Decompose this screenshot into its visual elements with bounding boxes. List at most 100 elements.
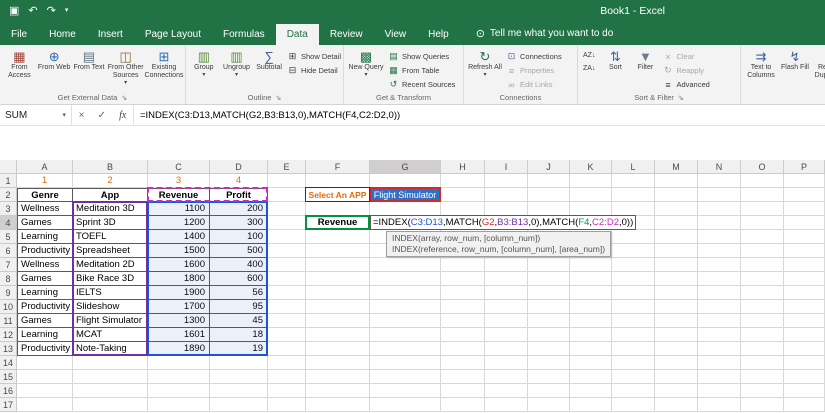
cell-E4[interactable]	[268, 216, 306, 230]
column-header-B[interactable]: B	[73, 160, 148, 174]
name-box[interactable]: SUM ▾	[0, 105, 72, 125]
cell-E3[interactable]	[268, 202, 306, 216]
cell-M3[interactable]	[655, 202, 698, 216]
cell-E12[interactable]	[268, 328, 306, 342]
cell-M5[interactable]	[655, 230, 698, 244]
cell-O15[interactable]	[741, 370, 784, 384]
cell-B14[interactable]	[73, 356, 148, 370]
cell-E7[interactable]	[268, 258, 306, 272]
row-header-8[interactable]: 8	[0, 272, 17, 286]
cell-G8[interactable]	[370, 272, 441, 286]
column-header-N[interactable]: N	[698, 160, 741, 174]
group-button[interactable]: ▥ Group ▾	[188, 46, 220, 79]
connections-button[interactable]: ⊡ Connections	[506, 50, 562, 63]
cell-C3[interactable]: 1100	[148, 202, 210, 216]
from-table-button[interactable]: ▦ From Table	[388, 64, 455, 77]
cell-J13[interactable]	[528, 342, 570, 356]
cell-O16[interactable]	[741, 384, 784, 398]
cell-D5[interactable]: 100	[210, 230, 268, 244]
cell-B1[interactable]: 2	[73, 174, 148, 188]
column-header-I[interactable]: I	[485, 160, 528, 174]
row-header-13[interactable]: 13	[0, 342, 17, 356]
cell-E11[interactable]	[268, 314, 306, 328]
cell-P9[interactable]	[784, 286, 825, 300]
row-header-10[interactable]: 10	[0, 300, 17, 314]
cell-L15[interactable]	[612, 370, 655, 384]
dialog-launcher-icon[interactable]: ⇘	[275, 94, 281, 102]
cell-A6[interactable]: Productivity	[17, 244, 73, 258]
cell-G12[interactable]	[370, 328, 441, 342]
cell-G15[interactable]	[370, 370, 441, 384]
tab-formulas[interactable]: Formulas	[212, 24, 276, 45]
row-header-1[interactable]: 1	[0, 174, 17, 188]
tab-file[interactable]: File	[0, 24, 38, 45]
cell-A1[interactable]: 1	[17, 174, 73, 188]
cell-M7[interactable]	[655, 258, 698, 272]
cell-F3[interactable]	[306, 202, 370, 216]
cell-B11[interactable]: Flight Simulator	[73, 314, 148, 328]
row-header-15[interactable]: 15	[0, 370, 17, 384]
cell-M6[interactable]	[655, 244, 698, 258]
column-header-D[interactable]: D	[210, 160, 268, 174]
cell-I10[interactable]	[485, 300, 528, 314]
cell-J3[interactable]	[528, 202, 570, 216]
row-header-14[interactable]: 14	[0, 356, 17, 370]
cell-A12[interactable]: Learning	[17, 328, 73, 342]
cell-L13[interactable]	[612, 342, 655, 356]
cell-B9[interactable]: IELTS	[73, 286, 148, 300]
cell-A11[interactable]: Games	[17, 314, 73, 328]
cell-E1[interactable]	[268, 174, 306, 188]
cell-P12[interactable]	[784, 328, 825, 342]
cell-K1[interactable]	[570, 174, 612, 188]
cell-I2[interactable]	[485, 188, 528, 202]
cell-B17[interactable]	[73, 398, 148, 412]
cell-F2[interactable]: Select An APP	[306, 188, 370, 202]
cell-K7[interactable]	[570, 258, 612, 272]
cell-C7[interactable]: 1600	[148, 258, 210, 272]
cell-G17[interactable]	[370, 398, 441, 412]
cell-L1[interactable]	[612, 174, 655, 188]
cell-H8[interactable]	[441, 272, 485, 286]
cell-L9[interactable]	[612, 286, 655, 300]
cell-D9[interactable]: 56	[210, 286, 268, 300]
column-header-L[interactable]: L	[612, 160, 655, 174]
reapply-button[interactable]: ↻ Reapply	[662, 64, 709, 77]
flash-fill-button[interactable]: ↯ Flash Fill	[779, 46, 811, 72]
clear-filter-button[interactable]: × Clear	[662, 50, 709, 63]
cell-D1[interactable]: 4	[210, 174, 268, 188]
cell-B5[interactable]: TOEFL	[73, 230, 148, 244]
cell-F7[interactable]	[306, 258, 370, 272]
cell-A16[interactable]	[17, 384, 73, 398]
cell-G9[interactable]	[370, 286, 441, 300]
cell-G1[interactable]	[370, 174, 441, 188]
cell-E15[interactable]	[268, 370, 306, 384]
cell-P15[interactable]	[784, 370, 825, 384]
cell-L16[interactable]	[612, 384, 655, 398]
cell-F10[interactable]	[306, 300, 370, 314]
cell-P5[interactable]	[784, 230, 825, 244]
cell-F15[interactable]	[306, 370, 370, 384]
hide-detail-button[interactable]: ⊟ Hide Detail	[287, 64, 341, 77]
cell-A17[interactable]	[17, 398, 73, 412]
undo-icon[interactable]: ↶	[28, 0, 37, 22]
cell-A7[interactable]: Wellness	[17, 258, 73, 272]
cell-C1[interactable]: 3	[148, 174, 210, 188]
cell-E10[interactable]	[268, 300, 306, 314]
row-header-7[interactable]: 7	[0, 258, 17, 272]
cell-K3[interactable]	[570, 202, 612, 216]
cell-J11[interactable]	[528, 314, 570, 328]
tab-home[interactable]: Home	[38, 24, 87, 45]
show-detail-button[interactable]: ⊞ Show Detail	[287, 50, 341, 63]
cell-M10[interactable]	[655, 300, 698, 314]
cell-B6[interactable]: Spreadsheet	[73, 244, 148, 258]
cell-L7[interactable]	[612, 258, 655, 272]
dialog-launcher-icon[interactable]: ⇘	[678, 94, 684, 102]
cell-K17[interactable]	[570, 398, 612, 412]
cell-K16[interactable]	[570, 384, 612, 398]
dialog-launcher-icon[interactable]: ⇘	[121, 94, 127, 102]
cell-I7[interactable]	[485, 258, 528, 272]
show-queries-button[interactable]: ▤ Show Queries	[388, 50, 455, 63]
cell-D12[interactable]: 18	[210, 328, 268, 342]
redo-icon[interactable]: ↷	[47, 0, 56, 22]
cell-D3[interactable]: 200	[210, 202, 268, 216]
